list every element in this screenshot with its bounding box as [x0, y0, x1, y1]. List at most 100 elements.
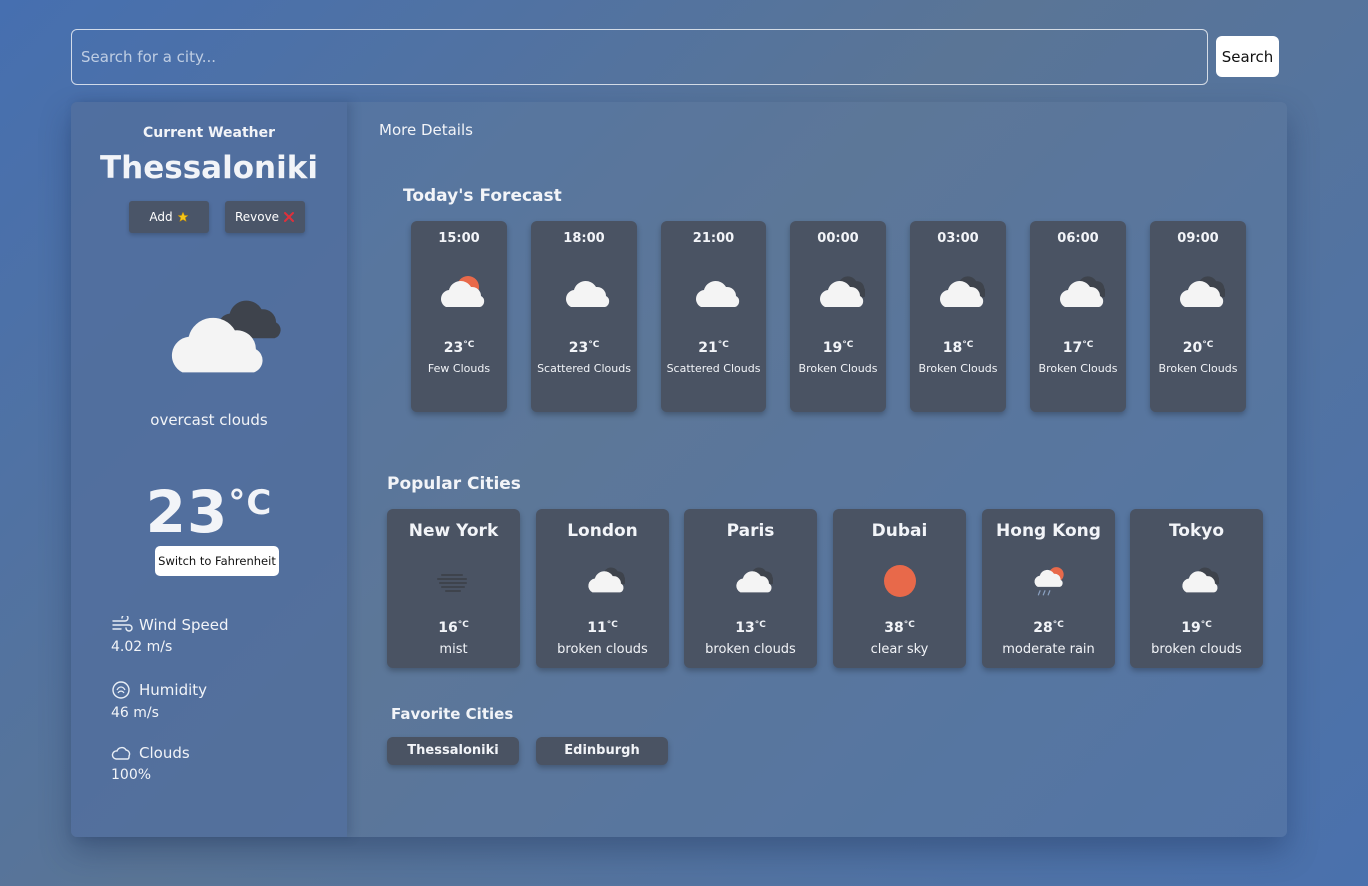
forecast-temp-value: 21	[698, 340, 718, 356]
forecast-time: 15:00	[438, 231, 480, 246]
more-details-title: More Details	[379, 121, 473, 139]
broken-clouds-icon	[1181, 567, 1219, 593]
popular-city-card[interactable]: Paris 13°C broken clouds	[684, 509, 817, 668]
forecast-card: 06:00 17°C Broken Clouds	[1030, 221, 1126, 412]
remove-favorite-button[interactable]: Revove	[225, 201, 305, 233]
wind-icon	[112, 616, 133, 632]
forecast-desc: Few Clouds	[427, 362, 491, 375]
remove-label: Revove	[234, 210, 280, 224]
favorite-city-chip[interactable]: Thessaloniki	[387, 737, 519, 765]
forecast-temp: 20°C	[1150, 340, 1246, 356]
forecast-temp-unit: °C	[463, 340, 475, 350]
clouds-icon	[111, 746, 131, 760]
city-temp-value: 38	[884, 620, 904, 636]
temperature-value: 23	[145, 478, 229, 546]
forecast-card: 03:00 18°C Broken Clouds	[910, 221, 1006, 412]
forecast-temp-value: 17	[1062, 340, 1083, 356]
wind-speed-value: 4.02 m/s	[111, 639, 173, 655]
city-temp-value: 11	[587, 620, 607, 636]
scattered-clouds-icon	[566, 281, 610, 307]
temperature-unit: °C	[228, 483, 273, 523]
popular-city-card[interactable]: London 11°C broken clouds	[536, 509, 669, 668]
clouds-stat: Clouds 100%	[111, 744, 190, 783]
broken-clouds-icon	[820, 276, 865, 307]
broken-clouds-icon	[1060, 276, 1105, 307]
switch-unit-button[interactable]: Switch to Fahrenheit	[155, 546, 279, 576]
search-button[interactable]: Search	[1216, 36, 1279, 77]
broken-clouds-icon	[587, 567, 625, 593]
city-temp: 28°C	[982, 620, 1115, 636]
city-temp-unit: °C	[903, 620, 915, 630]
popular-city-card[interactable]: Tokyo 19°C broken clouds	[1130, 509, 1263, 668]
forecast-temp: 17°C	[1030, 340, 1126, 356]
cross-icon	[284, 212, 295, 222]
city-name: Paris	[726, 521, 775, 541]
city-temp: 13°C	[684, 620, 817, 636]
forecast-time: 09:00	[1177, 231, 1219, 246]
wind-speed-label: Wind Speed	[139, 616, 229, 634]
rain-icon	[1034, 567, 1064, 596]
forecast-desc: Broken Clouds	[798, 362, 878, 375]
forecast-desc: Scattered Clouds	[537, 362, 631, 375]
forecast-temp-unit: °C	[717, 340, 729, 350]
broken-clouds-icon	[735, 567, 773, 593]
forecast-time: 03:00	[937, 231, 979, 246]
forecast-time: 00:00	[817, 231, 859, 246]
city-desc: broken clouds	[557, 642, 648, 657]
city-desc: mist	[439, 642, 468, 657]
add-label: Add	[149, 210, 173, 224]
forecast-temp: 19°C	[790, 340, 886, 356]
add-favorite-button[interactable]: Add	[129, 201, 209, 233]
forecast-desc: Broken Clouds	[1158, 362, 1238, 375]
favorite-city-chip[interactable]: Edinburgh	[536, 737, 668, 765]
city-temp-value: 13	[735, 620, 755, 636]
city-temp-value: 16	[438, 620, 458, 636]
clouds-label: Clouds	[139, 744, 190, 762]
forecast-temp: 21°C	[661, 340, 766, 356]
forecast-card: 09:00 20°C Broken Clouds	[1150, 221, 1246, 412]
forecast-temp: 23°C	[411, 340, 507, 356]
humidity-value: 46 m/s	[111, 705, 159, 721]
search-input[interactable]	[71, 29, 1208, 85]
city-name: Tokyo	[1168, 521, 1225, 541]
popular-city-card[interactable]: New York 16°C mist	[387, 509, 520, 668]
clear-sky-icon	[883, 565, 916, 597]
forecast-temp-unit: °C	[588, 340, 600, 350]
forecast-temp-unit: °C	[962, 340, 974, 350]
current-weather-label: Current Weather	[142, 125, 276, 141]
city-temp: 38°C	[833, 620, 966, 636]
forecast-temp-unit: °C	[1202, 340, 1214, 350]
favorite-cities-title: Favorite Cities	[391, 705, 514, 723]
forecast-temp-unit: °C	[1082, 340, 1094, 350]
city-temp-value: 28	[1033, 620, 1053, 636]
wind-speed-stat: Wind Speed 4.02 m/s	[111, 616, 229, 655]
forecast-desc: Broken Clouds	[1038, 362, 1118, 375]
forecast-time: 06:00	[1057, 231, 1099, 246]
city-temp: 19°C	[1130, 620, 1263, 636]
city-temp-value: 19	[1181, 620, 1201, 636]
weather-dashboard: Current Weather Thessaloniki Add Revove …	[71, 102, 1287, 837]
forecast-temp-unit: °C	[842, 340, 854, 350]
popular-cities-title: Popular Cities	[387, 474, 521, 494]
forecast-temp-value: 23	[443, 340, 464, 356]
current-city-name: Thessaloniki	[100, 150, 318, 186]
city-temp-unit: °C	[754, 620, 766, 630]
forecast-title: Today's Forecast	[403, 186, 562, 206]
forecast-card: 00:00 19°C Broken Clouds	[790, 221, 886, 412]
city-desc: broken clouds	[1151, 642, 1242, 657]
city-desc: broken clouds	[705, 642, 796, 657]
forecast-temp-value: 19	[822, 340, 843, 356]
humidity-label: Humidity	[139, 681, 208, 699]
search-bar: Search	[71, 29, 1279, 85]
city-name: Dubai	[871, 521, 928, 541]
city-name: New York	[408, 521, 499, 541]
city-temp-unit: °C	[1200, 620, 1212, 630]
city-temp: 11°C	[536, 620, 669, 636]
few-clouds-icon	[441, 276, 485, 307]
city-name: Hong Kong	[996, 521, 1101, 541]
popular-city-card[interactable]: Dubai 38°C clear sky	[833, 509, 966, 668]
current-temperature: 23°C	[71, 478, 347, 546]
forecast-card: 21:00 21°C Scattered Clouds	[661, 221, 766, 412]
popular-city-card[interactable]: Hong Kong 28°C moderate rain	[982, 509, 1115, 668]
forecast-card: 18:00 23°C Scattered Clouds	[531, 221, 637, 412]
